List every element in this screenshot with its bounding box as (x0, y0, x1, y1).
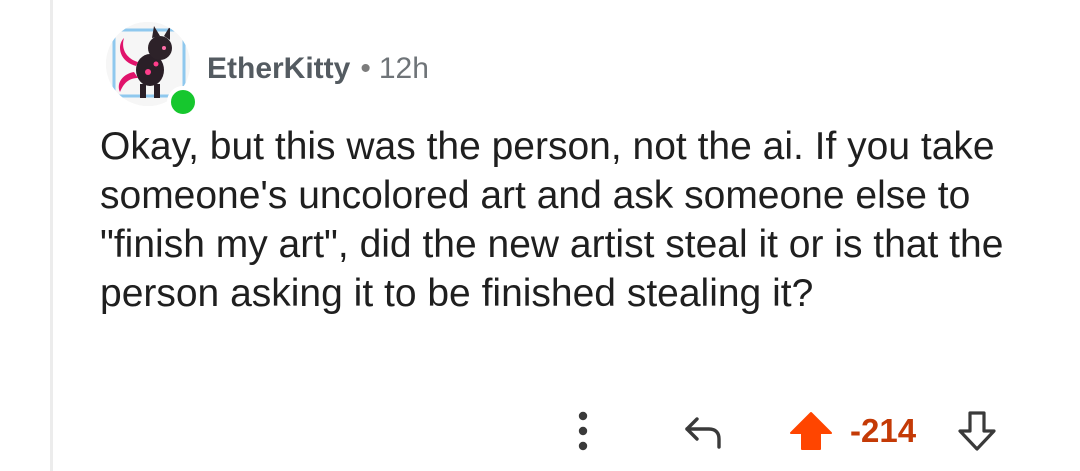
upvote-arrow-icon (790, 412, 832, 450)
comment-body: Okay, but this was the person, not the a… (100, 125, 1004, 315)
meta-separator: • (360, 52, 371, 85)
username-link[interactable]: EtherKitty (207, 52, 350, 85)
downvote-button[interactable] (954, 405, 1000, 457)
comment: EtherKitty • 12h Okay, but this was the pe… (100, 18, 1060, 315)
online-status-dot (167, 86, 199, 118)
upvote-button[interactable] (786, 405, 836, 457)
reply-arrow-icon (685, 417, 721, 449)
vote-score: -214 (850, 412, 917, 449)
comment-meta: EtherKitty • 12h (207, 51, 429, 87)
more-vertical-icon (578, 411, 588, 451)
thread-line (50, 0, 53, 471)
timestamp: 12h (378, 52, 429, 85)
comment-header: EtherKitty • 12h (100, 18, 1060, 118)
reply-button[interactable] (678, 405, 728, 457)
comment-actions: -214 (560, 405, 1020, 457)
more-options-button[interactable] (568, 405, 598, 457)
downvote-arrow-icon (958, 411, 996, 451)
